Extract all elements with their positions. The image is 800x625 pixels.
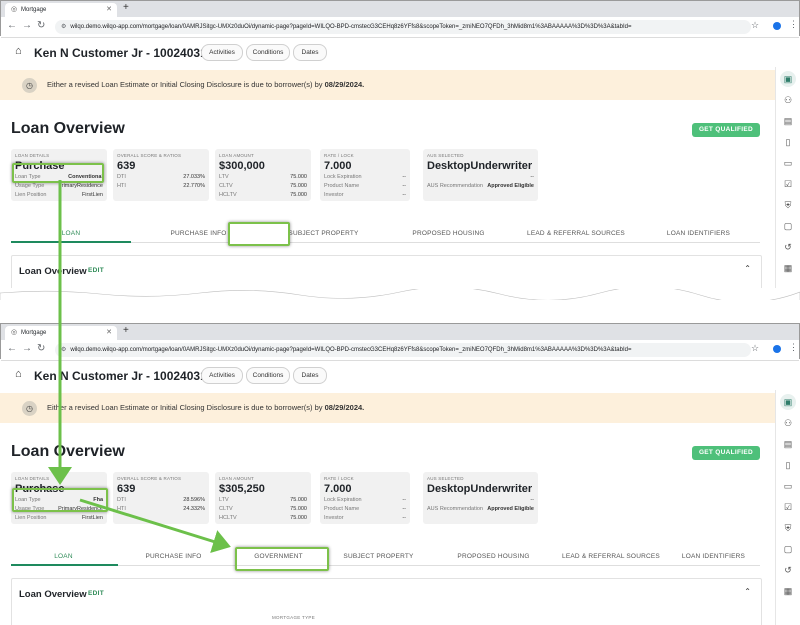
arrow-to-government-tab (79, 498, 231, 554)
annotation-arrows (48, 180, 231, 554)
